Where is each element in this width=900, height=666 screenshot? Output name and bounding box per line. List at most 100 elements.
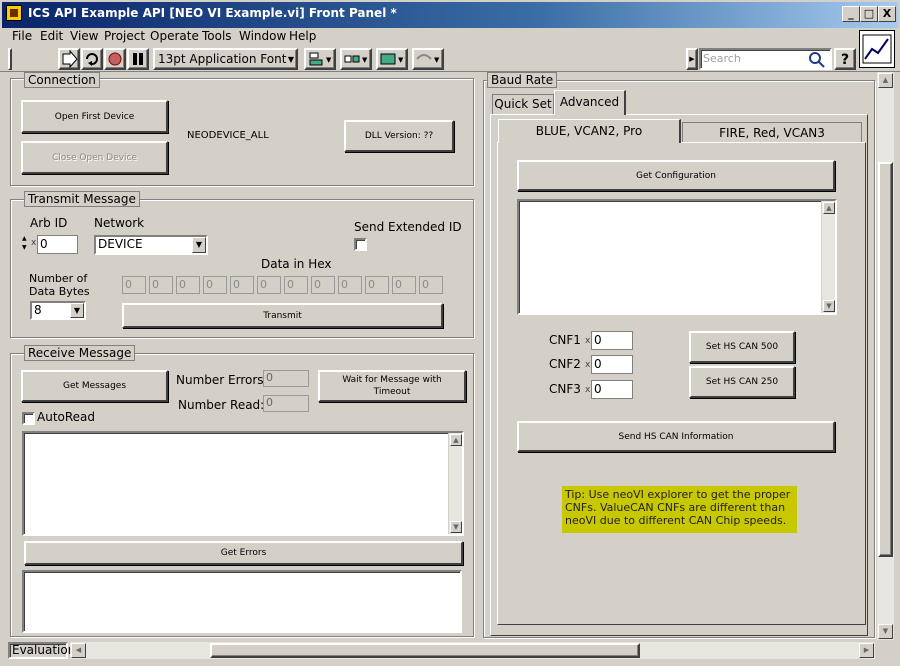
scroll-up-icon[interactable]: ▲ [878,73,893,88]
minimize-button[interactable]: _ [842,6,860,22]
send-hs-can-information-button[interactable]: Send HS CAN Information [517,421,835,452]
get-errors-button[interactable]: Get Errors [24,541,463,565]
transmit-label: Transmit Message [24,191,140,207]
transmit-button[interactable]: Transmit [122,303,443,328]
config-scrollbar[interactable]: ▲ ▼ [821,201,835,313]
tip-text: Tip: Use neoVI explorer to get the prope… [562,486,797,533]
hex-byte-input[interactable]: 0 [149,276,173,294]
hex-byte-input[interactable]: 0 [230,276,254,294]
network-value: DEVICE [98,237,143,251]
hex-byte-input[interactable]: 0 [311,276,335,294]
labview-app-icon[interactable] [6,5,22,21]
dropdown-arrow-icon[interactable]: ▼ [70,303,84,318]
help-icon[interactable]: ? [834,48,856,70]
scroll-up-icon[interactable]: ▲ [450,434,462,446]
menu-view[interactable]: View [70,28,98,46]
scroll-down-icon[interactable]: ▼ [823,300,835,312]
arb-id-radix: x [31,238,37,248]
number-errors-label: Number Errors: [176,373,268,387]
reorder-icon[interactable]: ▼ [412,48,444,70]
hex-byte-input[interactable]: 0 [284,276,308,294]
scroll-down-icon[interactable]: ▼ [450,521,462,533]
scroll-left-icon[interactable]: ◀ [71,643,86,658]
set-hs-can-250-button[interactable]: Set HS CAN 250 [689,366,795,398]
set-hs-can-500-button[interactable]: Set HS CAN 500 [689,331,795,363]
arb-id-label: Arb ID [30,216,68,230]
dropdown-arrow-icon[interactable]: ▼ [192,237,206,253]
hex-byte-input[interactable]: 0 [176,276,200,294]
dll-version-button[interactable]: DLL Version: ?? [344,120,454,152]
search-input[interactable]: Search [699,48,832,70]
abort-icon[interactable] [104,48,126,70]
num-bytes-label-1: Number of [29,272,88,285]
svg-text:▼: ▼ [326,56,332,64]
scroll-up-icon[interactable]: ▲ [823,202,835,214]
close-open-device-button[interactable]: Close Open Device [21,141,168,174]
resize-objects-icon[interactable]: ▼ [376,48,408,70]
menu-operate[interactable]: Operate [150,28,199,46]
arb-id-input[interactable]: 0 [37,235,78,254]
pause-icon[interactable] [127,48,149,70]
run-arrow-icon[interactable] [58,48,80,70]
cnf1-input[interactable]: 0 [591,331,633,350]
arb-id-spinner[interactable]: ▲ ▼ [22,234,30,254]
scroll-down-icon[interactable]: ▼ [878,624,893,639]
cnf3-input[interactable]: 0 [591,380,633,399]
get-messages-button[interactable]: Get Messages [21,370,168,402]
number-read-value: 0 [263,395,309,412]
wait-button-line1: Wait for Message with [342,375,442,385]
window-vertical-scrollbar[interactable]: ▲ ▼ [877,72,894,640]
close-button[interactable]: X [878,6,896,22]
run-continuously-icon[interactable] [81,48,103,70]
hex-byte-input[interactable]: 0 [203,276,227,294]
send-extended-id-checkbox[interactable] [354,238,367,251]
wait-for-message-button[interactable]: Wait for Message with Timeout [318,370,466,402]
device-name-text: NEODEVICE_ALL [187,130,269,141]
hex-byte-input[interactable]: 0 [122,276,146,294]
hex-byte-input[interactable]: 0 [365,276,389,294]
num-bytes-value: 8 [34,303,42,317]
tab-advanced[interactable]: Advanced [554,90,626,115]
hex-byte-input[interactable]: 0 [338,276,362,294]
maximize-button[interactable]: □ [860,6,878,22]
subtab-blue-vcan2-pro[interactable]: BLUE, VCAN2, Pro [498,119,681,143]
menu-help[interactable]: Help [289,28,316,46]
dropdown-arrow-icon: ▼ [287,55,294,64]
vi-icon[interactable] [859,30,895,68]
menu-tools[interactable]: Tools [202,28,232,46]
network-select[interactable]: DEVICE ▼ [94,235,208,255]
tab-quick-set[interactable]: Quick Set [492,94,554,114]
subtab-fire-red-vcan3[interactable]: FIRE, Red, VCAN3 [682,122,862,143]
scroll-right-icon[interactable]: ▶ [859,643,874,658]
configuration-textarea[interactable]: ▲ ▼ [517,199,837,315]
menu-project[interactable]: Project [104,28,145,46]
cnf2-radix: x [585,360,591,370]
get-configuration-button[interactable]: Get Configuration [517,160,835,191]
window-title: ICS API Example API [NEO VI Example.vi] … [28,6,397,20]
baud-rate-label: Baud Rate [487,72,558,88]
menu-window[interactable]: Window [239,28,286,46]
errors-textarea[interactable] [22,570,462,633]
menu-file[interactable]: File [12,28,32,46]
scroll-thumb[interactable] [878,162,893,557]
hex-byte-input[interactable]: 0 [419,276,443,294]
open-first-device-button[interactable]: Open First Device [21,100,168,133]
num-bytes-select[interactable]: 8 ▼ [30,301,86,320]
search-icon[interactable] [808,51,826,68]
search-expand-icon[interactable]: ▶ [686,48,698,70]
connection-label: Connection [24,72,100,88]
svg-text:▼: ▼ [362,56,368,64]
number-read-text: 0 [266,396,273,409]
hex-byte-input[interactable]: 0 [257,276,281,294]
menu-edit[interactable]: Edit [40,28,63,46]
cnf2-input[interactable]: 0 [591,355,633,374]
autoread-checkbox[interactable] [22,412,35,425]
receive-messages-textarea[interactable]: ▲ ▼ [22,431,464,536]
window-horizontal-scrollbar[interactable]: ◀ ▶ [70,642,875,659]
hex-byte-input[interactable]: 0 [392,276,416,294]
align-objects-icon[interactable]: ▼ [304,48,336,70]
receive-scrollbar[interactable]: ▲ ▼ [448,433,462,534]
h-scroll-thumb[interactable] [210,643,640,658]
font-select[interactable]: 13pt Application Font ▼ [153,48,298,70]
distribute-objects-icon[interactable]: ▼ [340,48,372,70]
